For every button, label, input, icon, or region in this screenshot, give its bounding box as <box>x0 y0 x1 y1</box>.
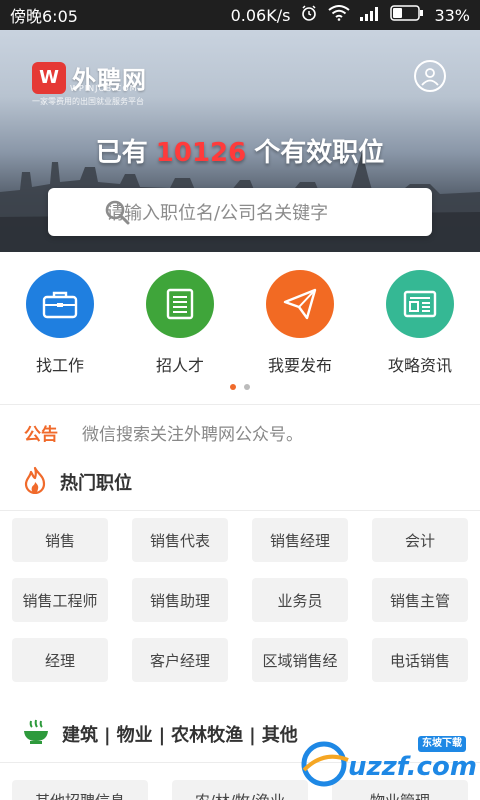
job-tag[interactable]: 经理 <box>12 638 108 682</box>
job-tag[interactable]: 客户经理 <box>132 638 228 682</box>
category-separator: | <box>104 725 111 746</box>
user-profile-button[interactable] <box>414 60 446 92</box>
logo-domain: WPINJOB.COM <box>70 84 138 93</box>
divider <box>0 404 480 405</box>
quick-item-news[interactable]: 攻略资讯 <box>375 270 465 376</box>
logo-mark: W <box>32 61 66 94</box>
quick-item-publish[interactable]: 我要发布 <box>255 270 345 376</box>
category-title: 建筑 | 物业 | 农林牧渔 | 其他 <box>62 721 298 747</box>
status-time: 傍晚6:05 <box>10 7 78 26</box>
logo-slogan: 一家零费用的出国就业服务平台 <box>32 97 144 106</box>
carousel-indicator <box>0 384 480 390</box>
job-tag[interactable]: 销售助理 <box>132 578 228 622</box>
document-list-icon <box>146 270 214 338</box>
job-tag[interactable]: 销售工程师 <box>12 578 108 622</box>
tag-row: 销售 销售代表 销售经理 会计 <box>0 510 480 570</box>
notice-bar[interactable]: 公告 微信搜索关注外聘网公众号。 <box>0 414 480 450</box>
battery-icon <box>390 5 424 25</box>
status-right: 0.06K/s 33% <box>231 4 470 26</box>
user-icon <box>421 68 439 86</box>
job-tag[interactable]: 销售主管 <box>372 578 468 622</box>
site-watermark: 东坡下载 uzzf.com <box>300 730 477 792</box>
news-card-icon <box>386 270 454 338</box>
job-count-headline: 已有 10126 个有效职位 <box>0 132 480 169</box>
paper-plane-icon <box>266 270 334 338</box>
job-count: 10126 <box>155 138 247 168</box>
quick-label: 我要发布 <box>267 356 332 375</box>
job-tag[interactable]: 区域销售经 <box>252 638 348 682</box>
category-separator: | <box>158 725 166 746</box>
category-part: 其他 <box>261 725 298 746</box>
category-tag[interactable]: 农/林/牧/渔业 <box>172 780 308 800</box>
quick-item-find-job[interactable]: 找工作 <box>15 270 105 376</box>
quick-label: 攻略资讯 <box>387 356 452 375</box>
job-tag[interactable]: 电话销售 <box>372 638 468 682</box>
battery-percent: 33% <box>434 5 470 25</box>
notice-tag: 公告 <box>24 424 58 445</box>
hot-job-grid: 销售 销售代表 销售经理 会计 销售工程师 销售助理 业务员 销售主管 经理 客… <box>0 510 480 690</box>
category-separator: | <box>249 725 256 746</box>
alarm-icon <box>300 4 318 26</box>
status-bar: 傍晚6:05 0.06K/s 33% <box>0 0 480 30</box>
quick-label: 招人才 <box>155 356 204 375</box>
job-tag[interactable]: 销售经理 <box>252 518 348 562</box>
watermark-text: uzzf.com <box>348 752 477 782</box>
section-title: 热门职位 <box>60 473 132 494</box>
bowl-plant-icon <box>22 719 50 749</box>
watermark-badge: 东坡下载 <box>422 738 462 749</box>
tag-row: 经理 客户经理 区域销售经 电话销售 <box>0 630 480 690</box>
flame-icon <box>22 466 48 498</box>
hero-banner: W 外聘网 WPINJOB.COM 一家零费用的出国就业服务平台 已有 10126… <box>0 30 480 252</box>
network-speed: 0.06K/s <box>230 5 291 25</box>
wifi-icon <box>328 5 351 25</box>
carousel-dot-active[interactable] <box>230 384 236 390</box>
search-placeholder: 请输入职位名/公司名关键字 <box>106 203 329 224</box>
hot-jobs-header: 热门职位 <box>0 462 480 502</box>
search-icon <box>104 199 130 230</box>
carousel-dot[interactable] <box>244 384 250 390</box>
job-tag[interactable]: 销售代表 <box>132 518 228 562</box>
quick-menu: 找工作 招人才 我要发布 攻略资讯 <box>0 252 480 400</box>
notice-text: 微信搜索关注外聘网公众号。 <box>82 424 303 445</box>
headline-suffix: 个有效职位 <box>254 138 385 168</box>
job-tag[interactable]: 业务员 <box>252 578 348 622</box>
search-input[interactable]: 请输入职位名/公司名关键字 <box>48 188 432 236</box>
category-part: 物业 <box>116 725 153 746</box>
headline-prefix: 已有 <box>95 138 148 168</box>
signal-icon <box>360 6 380 25</box>
briefcase-icon <box>26 270 94 338</box>
category-tag[interactable]: 其他招聘信息 <box>12 780 148 800</box>
job-tag[interactable]: 销售 <box>12 518 108 562</box>
quick-item-hire[interactable]: 招人才 <box>135 270 225 376</box>
quick-label: 找工作 <box>35 356 84 375</box>
job-tag[interactable]: 会计 <box>372 518 468 562</box>
tag-row: 销售工程师 销售助理 业务员 销售主管 <box>0 570 480 630</box>
category-part: 建筑 <box>62 725 98 746</box>
category-part: 农林牧渔 <box>171 725 244 746</box>
